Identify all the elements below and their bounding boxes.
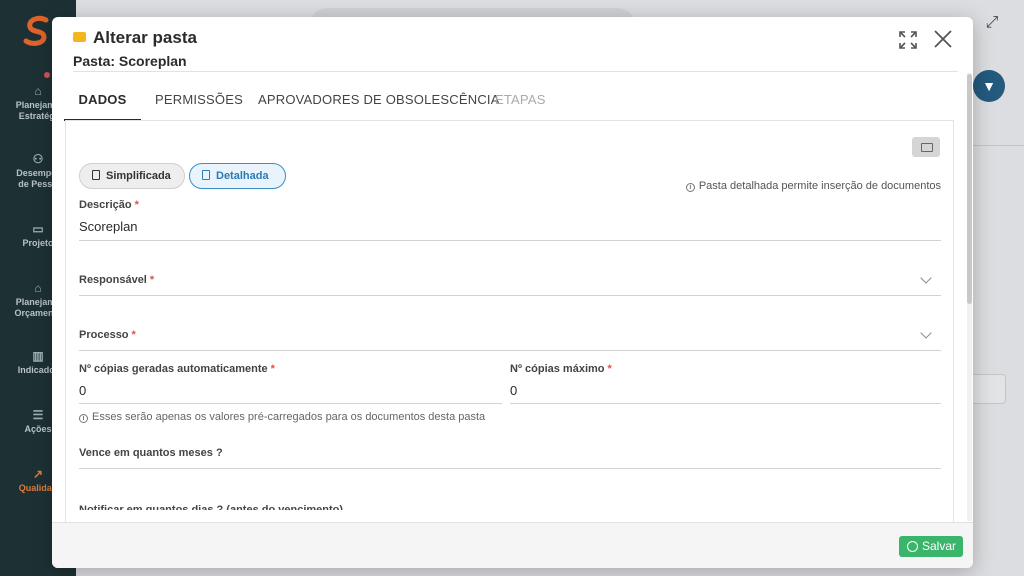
chevron-down-icon[interactable]: [920, 272, 932, 284]
chevron-down-icon[interactable]: [920, 327, 932, 339]
dialog-subtitle: Pasta: Scoreplan: [73, 53, 187, 69]
close-icon[interactable]: [932, 28, 954, 50]
tab-etapas: ETAPAS: [495, 92, 546, 107]
dialog-title: Alterar pasta: [73, 28, 197, 48]
filter-icon: ▼: [982, 78, 996, 94]
copias-auto-label: Nº cópias geradas automaticamente *: [79, 363, 275, 375]
sidebar-item-label: Projeto: [22, 238, 54, 248]
notificar-label: Notificar em quantos dias ? (antes do ve…: [79, 504, 344, 510]
fullscreen-icon[interactable]: ⤢: [980, 14, 1004, 38]
header-divider: [73, 71, 958, 72]
mode-hint: i Pasta detalhada permite inserção de doc…: [685, 180, 941, 192]
app-logo-icon[interactable]: [20, 14, 54, 48]
copias-max-label: Nº cópias máximo *: [510, 363, 612, 375]
info-icon: i: [685, 183, 695, 192]
copias-auto-input[interactable]: 0: [79, 383, 86, 398]
scrollbar-thumb[interactable]: [967, 74, 972, 304]
copias-hint: i Esses serão apenas os valores pré-carre…: [79, 411, 485, 423]
tab-bar: DADOS PERMISSÕES APROVADORES DE OBSOLESC…: [64, 79, 954, 121]
info-icon: i: [79, 414, 88, 423]
mode-detalhada-button[interactable]: Detalhada: [189, 163, 286, 189]
vence-underline: [79, 468, 941, 469]
folder-icon: [73, 32, 86, 42]
copias-hint-text: Esses serão apenas os valores pré-carreg…: [92, 411, 486, 423]
mode-detalhada-label: Detalhada: [216, 170, 269, 182]
form-panel: Simplificada Detalhada i Pasta detalhada …: [65, 120, 954, 540]
copias-max-input[interactable]: 0: [510, 383, 517, 398]
check-circle-icon: [907, 541, 918, 552]
notification-dot: [44, 72, 50, 78]
filter-button[interactable]: ▼: [973, 70, 1005, 102]
copias-auto-label-text: Nº cópias geradas automaticamente: [79, 363, 268, 375]
copias-auto-underline: [79, 403, 502, 404]
processo-underline: [79, 350, 941, 351]
descricao-input[interactable]: Scoreplan: [79, 219, 138, 234]
sidebar-item-label: Ações: [24, 424, 52, 434]
save-button-label: Salvar: [922, 539, 957, 553]
tab-aprovadores-obsolescencia[interactable]: APROVADORES DE OBSOLESCÊNCIA: [258, 79, 500, 121]
id-card-button[interactable]: [912, 137, 940, 157]
dialog-footer: Salvar: [52, 522, 973, 568]
descricao-label-text: Descrição: [79, 199, 132, 211]
maximize-icon[interactable]: [897, 29, 919, 51]
mode-simplificada-label: Simplificada: [106, 170, 171, 182]
document-icon: [92, 170, 100, 180]
descricao-label: Descrição *: [79, 199, 139, 211]
responsavel-select[interactable]: [79, 273, 919, 293]
required-marker: *: [607, 363, 612, 375]
vence-input[interactable]: [79, 446, 941, 466]
descricao-underline: [79, 240, 941, 241]
required-marker: *: [270, 363, 275, 375]
copias-max-underline: [510, 403, 941, 404]
tab-permissoes[interactable]: PERMISSÕES: [155, 79, 243, 121]
responsavel-underline: [79, 295, 941, 296]
mode-simplificada-button[interactable]: Simplificada: [79, 163, 185, 189]
copias-max-label-text: Nº cópias máximo: [510, 363, 605, 375]
save-button[interactable]: Salvar: [899, 536, 963, 557]
document-icon: [202, 170, 210, 180]
tab-dados[interactable]: DADOS: [64, 79, 141, 121]
processo-select[interactable]: [79, 328, 919, 348]
mode-hint-text: Pasta detalhada permite inserção de docu…: [698, 180, 941, 192]
dialog-title-text: Alterar pasta: [93, 28, 197, 47]
edit-folder-dialog: Alterar pasta Pasta: Scoreplan DADOS PER…: [52, 17, 973, 568]
required-marker: *: [134, 199, 139, 211]
